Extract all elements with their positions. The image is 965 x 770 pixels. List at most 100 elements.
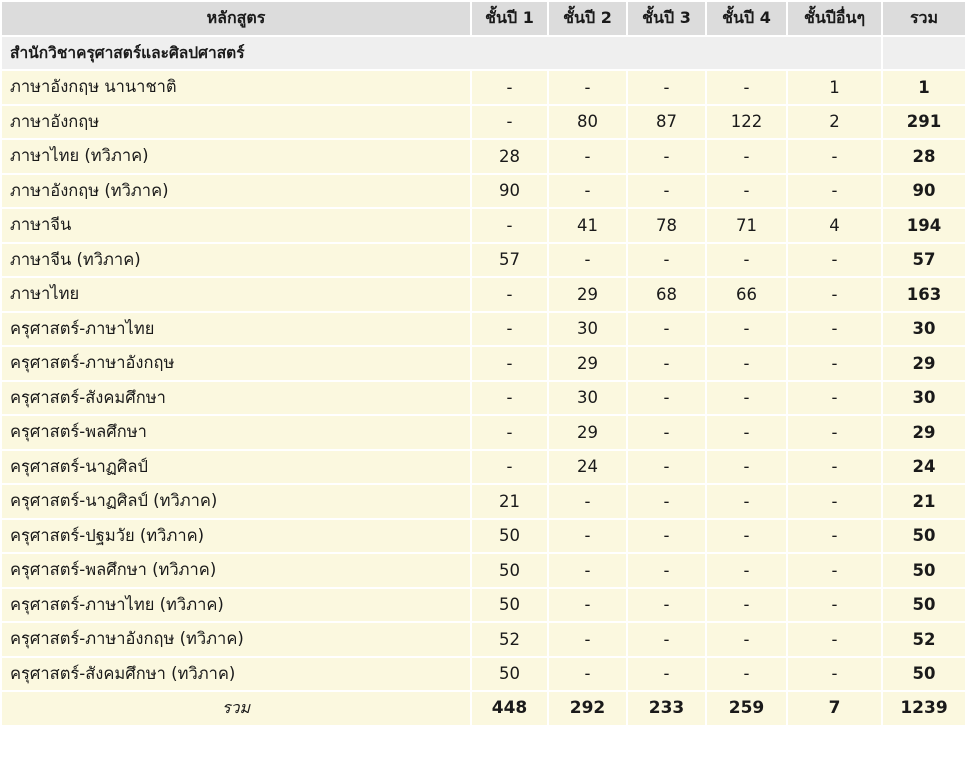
table-row: ครุศาสตร์-ปฐมวัย (ทวิภาค) 50- - - -50	[2, 519, 965, 552]
year-3-cell: -	[628, 174, 705, 207]
program-cell: ครุศาสตร์-พลศึกษา	[2, 416, 470, 449]
other-years-cell: -	[788, 140, 881, 173]
year-4-cell: -	[707, 140, 786, 173]
other-years-cell: -	[788, 519, 881, 552]
totals-label: รวม	[2, 692, 470, 725]
table-row: ครุศาสตร์-ภาษาไทย -30- - -30	[2, 312, 965, 345]
other-years-cell: -	[788, 347, 881, 380]
program-cell: ครุศาสตร์-ภาษาไทย	[2, 312, 470, 345]
other-years-cell: -	[788, 623, 881, 656]
header-row: หลักสูตร ชั้นปี 1 ชั้นปี 2 ชั้นปี 3 ชั้น…	[2, 2, 965, 35]
program-cell: ครุศาสตร์-ภาษาอังกฤษ (ทวิภาค)	[2, 623, 470, 656]
program-cell: ครุศาสตร์-ภาษาอังกฤษ	[2, 347, 470, 380]
header-year-2: ชั้นปี 2	[549, 2, 626, 35]
header-total: รวม	[883, 2, 965, 35]
program-cell: ครุศาสตร์-สังคมศึกษา (ทวิภาค)	[2, 657, 470, 690]
year-3-cell: -	[628, 588, 705, 621]
year-2-cell: -	[549, 71, 626, 104]
year-3-cell: 68	[628, 278, 705, 311]
program-cell: ภาษาอังกฤษ	[2, 105, 470, 138]
year-4-cell: -	[707, 657, 786, 690]
header-year-4: ชั้นปี 4	[707, 2, 786, 35]
year-4-cell: -	[707, 485, 786, 518]
year-4-cell: -	[707, 623, 786, 656]
total-cell: 291	[883, 105, 965, 138]
total-cell: 50	[883, 554, 965, 587]
section-blank-cell	[883, 36, 965, 69]
totals-year-2: 292	[549, 692, 626, 725]
year-2-cell: 24	[549, 450, 626, 483]
year-4-cell: -	[707, 554, 786, 587]
total-cell: 29	[883, 416, 965, 449]
table-row: ภาษาไทย -29 68 66-163	[2, 278, 965, 311]
year-4-cell: -	[707, 347, 786, 380]
year-1-cell: -	[472, 381, 547, 414]
table-row: ภาษาจีน (ทวิภาค) 57- - - -57	[2, 243, 965, 276]
header-program: หลักสูตร	[2, 2, 470, 35]
other-years-cell: -	[788, 381, 881, 414]
total-cell: 163	[883, 278, 965, 311]
other-years-cell: 4	[788, 209, 881, 242]
other-years-cell: -	[788, 657, 881, 690]
year-1-cell: 50	[472, 657, 547, 690]
total-cell: 1	[883, 71, 965, 104]
table-row: ภาษาอังกฤษ (ทวิภาค) 90- - - -90	[2, 174, 965, 207]
year-3-cell: 78	[628, 209, 705, 242]
other-years-cell: 2	[788, 105, 881, 138]
other-years-cell: -	[788, 243, 881, 276]
section-row: สำนักวิชาครุศาสตร์และศิลปศาสตร์	[2, 36, 965, 69]
program-cell: ครุศาสตร์-พลศึกษา (ทวิภาค)	[2, 554, 470, 587]
year-1-cell: 57	[472, 243, 547, 276]
program-cell: ภาษาไทย	[2, 278, 470, 311]
totals-year-3: 233	[628, 692, 705, 725]
total-cell: 52	[883, 623, 965, 656]
table-row: ครุศาสตร์-ภาษาอังกฤษ -29- - -29	[2, 347, 965, 380]
table-row: ครุศาสตร์-พลศึกษา -29- - -29	[2, 416, 965, 449]
year-3-cell: -	[628, 450, 705, 483]
year-2-cell: 29	[549, 416, 626, 449]
year-2-cell: -	[549, 554, 626, 587]
other-years-cell: -	[788, 485, 881, 518]
year-1-cell: -	[472, 209, 547, 242]
table-row: ครุศาสตร์-นาฏศิลป์ (ทวิภาค) 21- - - -21	[2, 485, 965, 518]
section-title: สำนักวิชาครุศาสตร์และศิลปศาสตร์	[2, 36, 881, 69]
total-cell: 50	[883, 519, 965, 552]
other-years-cell: -	[788, 174, 881, 207]
table-row: ครุศาสตร์-พลศึกษา (ทวิภาค) 50- - - -50	[2, 554, 965, 587]
other-years-cell: -	[788, 450, 881, 483]
table-row: ภาษาอังกฤษ นานาชาติ - - - -1 1	[2, 71, 965, 104]
year-4-cell: 122	[707, 105, 786, 138]
year-4-cell: 66	[707, 278, 786, 311]
program-cell: ครุศาสตร์-ภาษาไทย (ทวิภาค)	[2, 588, 470, 621]
totals-year-1: 448	[472, 692, 547, 725]
year-4-cell: -	[707, 450, 786, 483]
year-2-cell: 30	[549, 312, 626, 345]
total-cell: 194	[883, 209, 965, 242]
year-3-cell: -	[628, 381, 705, 414]
totals-other-years: 7	[788, 692, 881, 725]
total-cell: 57	[883, 243, 965, 276]
year-4-cell: -	[707, 588, 786, 621]
year-4-cell: 71	[707, 209, 786, 242]
year-1-cell: 90	[472, 174, 547, 207]
year-2-cell: 29	[549, 278, 626, 311]
other-years-cell: -	[788, 278, 881, 311]
year-2-cell: -	[549, 140, 626, 173]
program-cell: ครุศาสตร์-นาฏศิลป์	[2, 450, 470, 483]
program-cell: ภาษาอังกฤษ (ทวิภาค)	[2, 174, 470, 207]
year-2-cell: 80	[549, 105, 626, 138]
program-cell: ภาษาอังกฤษ นานาชาติ	[2, 71, 470, 104]
total-cell: 30	[883, 312, 965, 345]
year-1-cell: 50	[472, 519, 547, 552]
year-3-cell: -	[628, 554, 705, 587]
program-cell: ภาษาจีน (ทวิภาค)	[2, 243, 470, 276]
year-1-cell: 21	[472, 485, 547, 518]
year-1-cell: 52	[472, 623, 547, 656]
year-1-cell: 50	[472, 554, 547, 587]
table-row: ครุศาสตร์-สังคมศึกษา (ทวิภาค) 50- - - -50	[2, 657, 965, 690]
year-3-cell: -	[628, 657, 705, 690]
year-3-cell: -	[628, 347, 705, 380]
header-year-1: ชั้นปี 1	[472, 2, 547, 35]
totals-year-4: 259	[707, 692, 786, 725]
enrollment-table: หลักสูตร ชั้นปี 1 ชั้นปี 2 ชั้นปี 3 ชั้น…	[0, 0, 965, 727]
